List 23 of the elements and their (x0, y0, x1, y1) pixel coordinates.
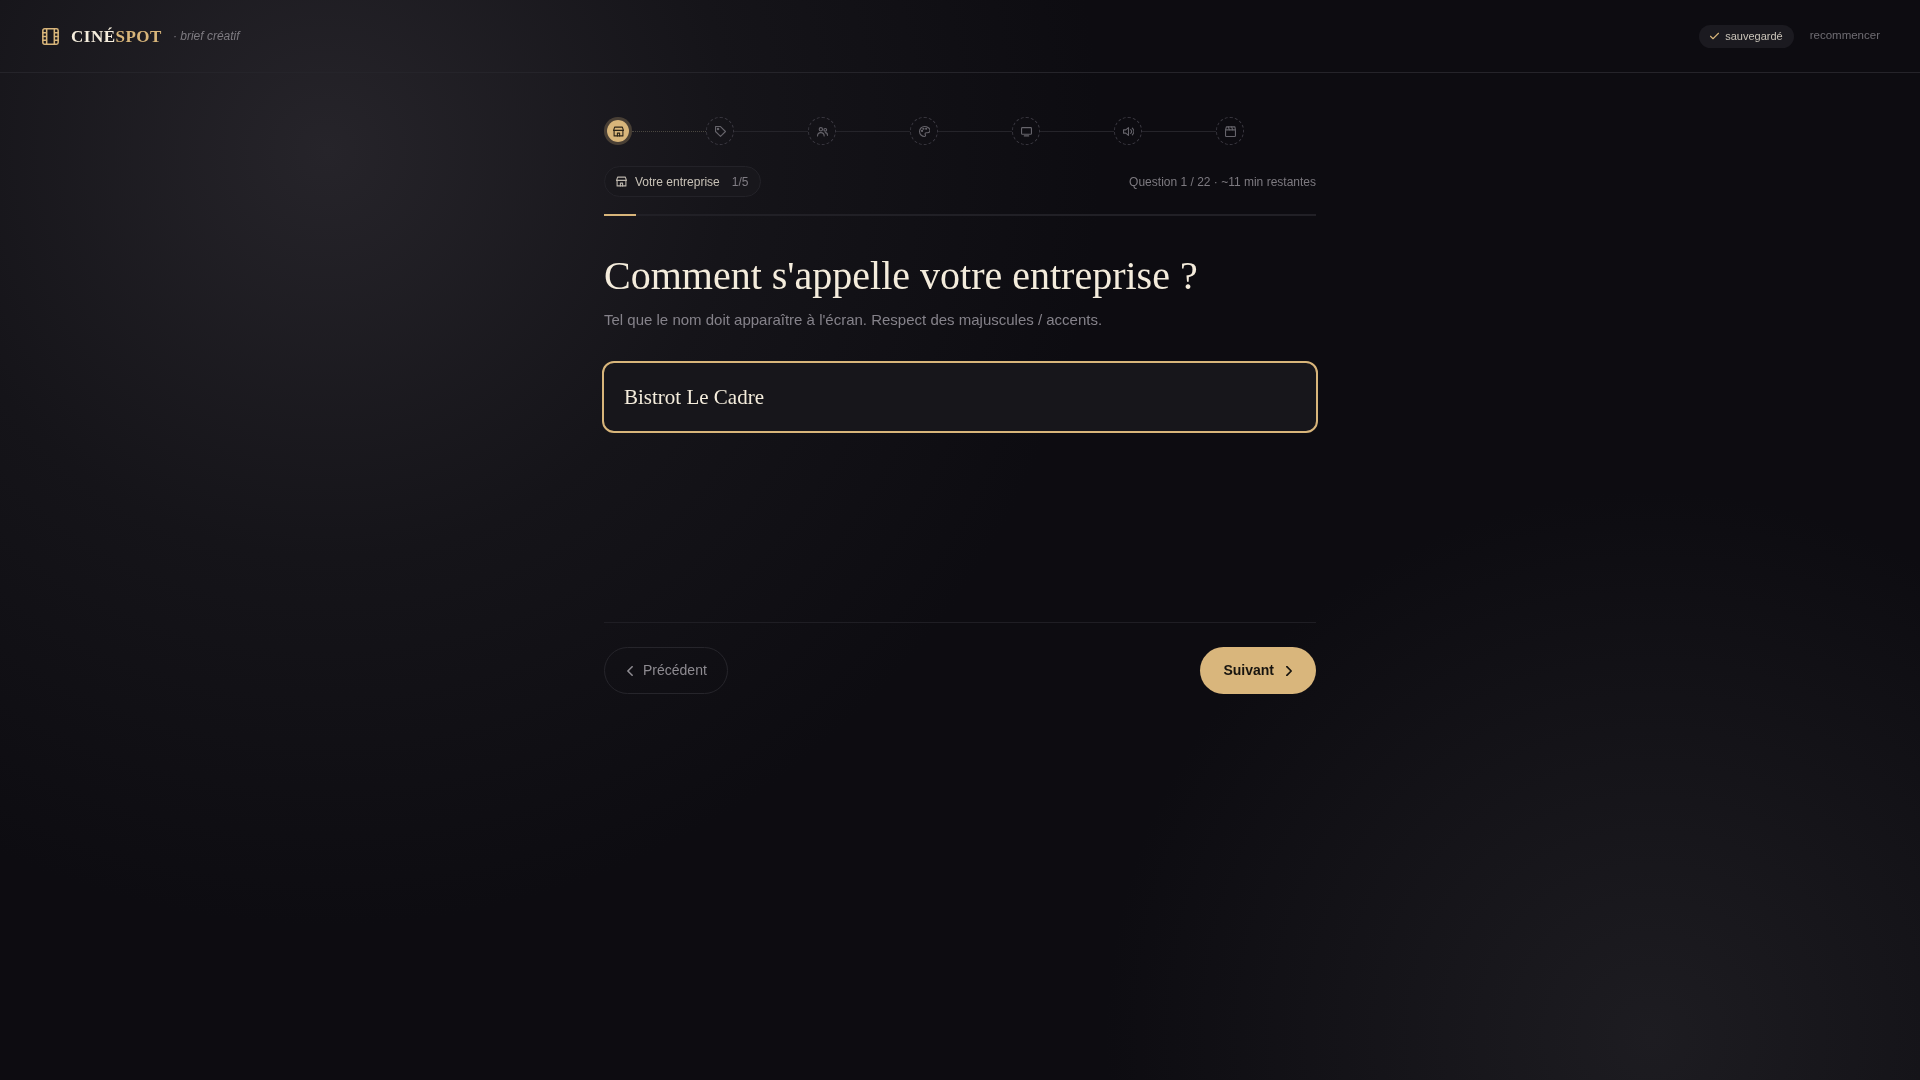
question-hint: Tel que le nom doit apparaître à l'écran. Respect des majuscules / accents. (604, 310, 1104, 330)
section-count: 1/5 (731, 173, 749, 191)
restart-link[interactable]: recommencer (1809, 27, 1880, 45)
store-icon (616, 176, 627, 187)
chevron-right-icon (1286, 665, 1292, 676)
answer-field[interactable]: Bistrot Le Cadre (602, 361, 1318, 433)
clapperboard-icon (1224, 125, 1236, 137)
brand-logo: CINÉSPOT (71, 27, 162, 45)
tag-icon (714, 125, 726, 137)
section-label: Votre entreprise (635, 173, 720, 191)
film-strip-icon (42, 27, 59, 45)
tagline: · brief créatif (172, 28, 240, 45)
speaker-icon (1122, 125, 1134, 137)
monitor-icon (1020, 125, 1032, 137)
chevron-left-icon (627, 665, 633, 676)
palette-icon (918, 125, 930, 137)
store-icon (612, 125, 624, 137)
check-icon (1710, 32, 1720, 40)
question-title: Comment s'appelle votre entreprise ? (604, 252, 1199, 300)
saved-status-text: sauvegardé (1725, 28, 1783, 44)
users-icon (816, 125, 828, 137)
question-progress-text: Question 1 / 22 · ~11 min restantes (1129, 173, 1316, 191)
next-button[interactable]: Suivant (1200, 647, 1316, 694)
